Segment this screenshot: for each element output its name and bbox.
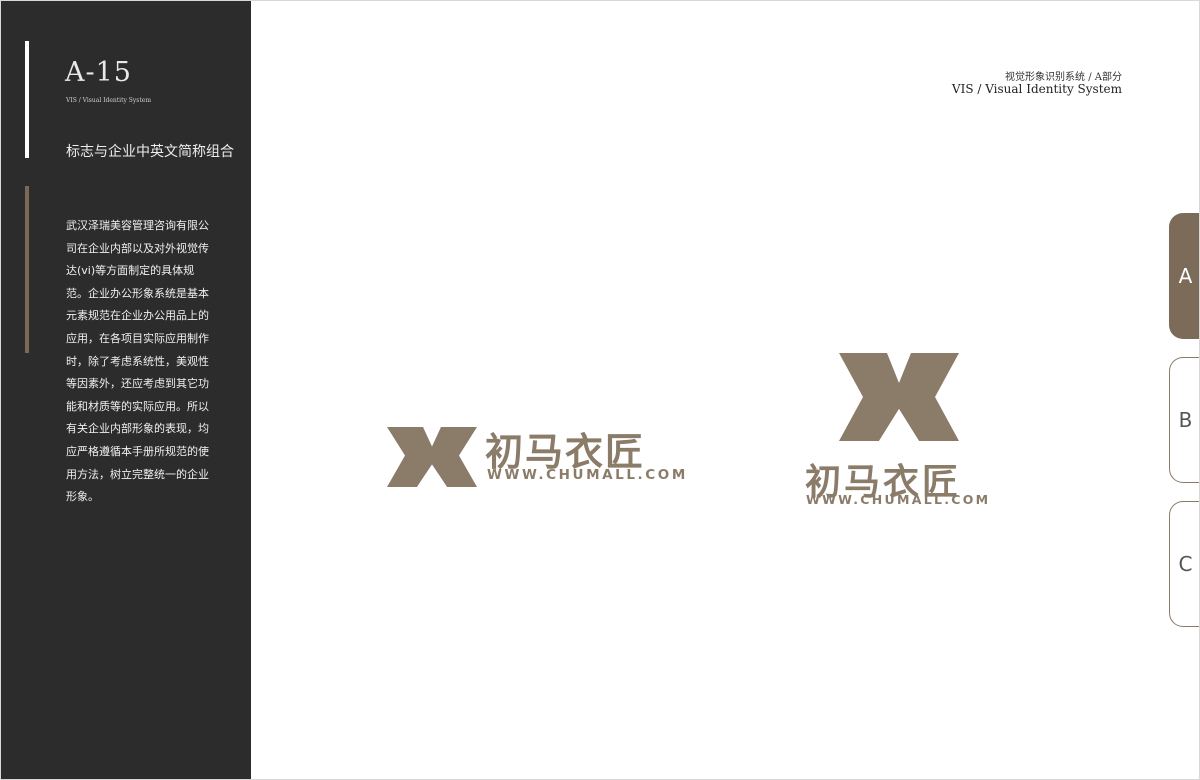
m-chevron-logo-icon	[839, 353, 959, 441]
header-title-cn: 视觉形象识别系统 / A部分	[1005, 72, 1122, 83]
page-code: A-15	[65, 57, 132, 88]
tab-section-c[interactable]: C	[1169, 501, 1199, 627]
description-line: 时，除了考虑系统性，美观性	[66, 354, 209, 368]
tab-section-b[interactable]: B	[1169, 357, 1199, 483]
description-line: 元素规范在企业办公用品上的	[66, 309, 209, 323]
description-line: 范。企业办公形象系统是基本	[66, 286, 209, 300]
description-line: 有关企业内部形象的表现，均	[66, 422, 209, 436]
manual-page: A-15 VIS / Visual Identity System 标志与企业中…	[0, 0, 1200, 780]
section-title: 标志与企业中英文简称组合	[66, 144, 234, 160]
website-url: WWW.CHUMALL.COM	[487, 467, 688, 483]
description-line: 能和材质等的实际应用。所以	[66, 399, 209, 413]
description-line: 达(vi)等方面制定的具体规	[66, 264, 195, 278]
description-line: 等因素外，还应考虑到其它功	[66, 377, 209, 391]
header-title-en: VIS / Visual Identity System	[951, 82, 1122, 96]
logo-vertical: 初马衣匠 WWW.CHUMALL.COM	[801, 351, 1001, 511]
description-text: 武汉泽瑞美容管理咨询有限公 司在企业内部以及对外视觉传 达(vi)等方面制定的具…	[66, 215, 216, 509]
description-line: 用方法，树立完整统一的企业	[66, 467, 209, 481]
accent-bar-gold	[25, 186, 29, 353]
tab-section-a[interactable]: A	[1169, 213, 1199, 339]
description-line: 形象。	[66, 490, 99, 504]
sidebar: A-15 VIS / Visual Identity System 标志与企业中…	[1, 1, 251, 779]
logo-horizontal: 初马衣匠 WWW.CHUMALL.COM	[387, 419, 717, 489]
page-subtitle: VIS / Visual Identity System	[66, 97, 152, 104]
m-chevron-logo-icon	[387, 427, 477, 487]
description-line: 司在企业内部以及对外视觉传	[66, 241, 209, 255]
description-line: 应用，在各项目实际应用制作	[66, 331, 209, 345]
description-line: 应严格遵循本手册所规范的使	[66, 444, 209, 458]
website-url: WWW.CHUMALL.COM	[806, 492, 991, 507]
accent-bar-white	[25, 41, 29, 158]
description-line: 武汉泽瑞美容管理咨询有限公	[66, 219, 209, 232]
